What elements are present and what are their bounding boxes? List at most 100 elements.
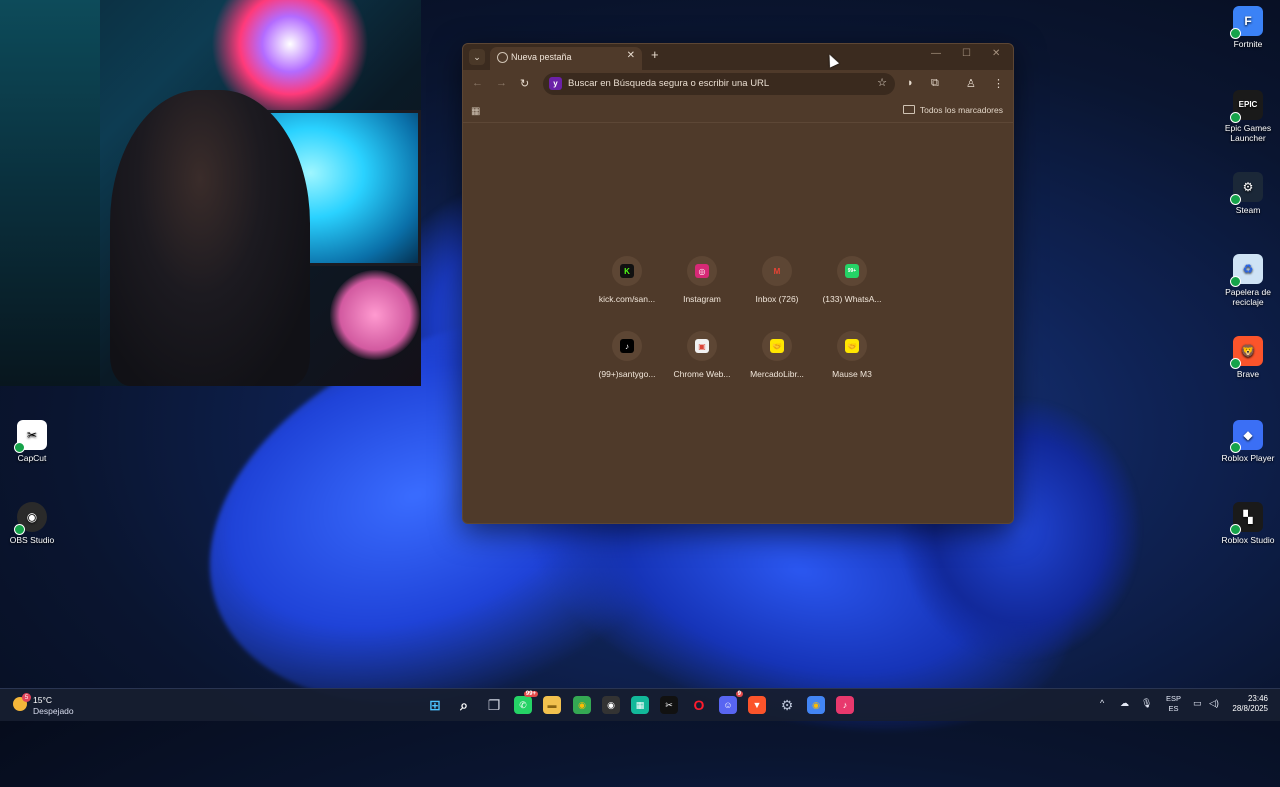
close-tab-icon[interactable]: ✕ <box>627 50 635 61</box>
shortcut-tile[interactable]: ♪ (99+)santygo... <box>591 331 663 379</box>
language-code: ESP <box>1166 694 1182 703</box>
all-bookmarks-label: Todos los marcadores <box>919 105 1003 115</box>
apps-grid-icon[interactable]: ▦ <box>471 106 480 117</box>
clock[interactable]: 23:46 28/8/2025 <box>1226 694 1268 714</box>
task-view-icon[interactable]: ❐ <box>485 696 503 714</box>
weather-badge: 5 <box>22 693 31 702</box>
desktop-icon-label: Steam <box>1235 205 1261 215</box>
shortcut-tile[interactable]: 99+ (133) WhatsA... <box>816 256 888 304</box>
keyboard-layout: ES <box>1168 704 1179 713</box>
chrome-taskbar-icon[interactable]: ◉ <box>573 696 591 714</box>
clock-time: 23:46 <box>1247 694 1268 703</box>
shortcut-label: MercadoLibr... <box>750 369 804 379</box>
shortcut-label: (99+)santygo... <box>598 369 656 379</box>
all-bookmarks-button[interactable]: Todos los marcadores <box>902 105 1003 115</box>
onedrive-cloud-icon[interactable]: ☁ <box>1120 698 1129 709</box>
whatsapp-icon: 99+ <box>845 264 859 278</box>
reload-button[interactable]: ↻ <box>520 77 529 90</box>
desktop-icon-label: Epic Games Launcher <box>1224 123 1272 143</box>
shortcut-icon-circle: M <box>762 256 792 286</box>
chrome-canary-taskbar-icon[interactable]: ◉ <box>807 696 825 714</box>
browser-window[interactable]: ⌄ Nueva pestaña ✕ + — ☐ ✕ ← → ↻ y Buscar… <box>462 43 1014 524</box>
roblox-player-icon: ◆ <box>1230 420 1263 453</box>
volume-icon[interactable]: ◁) <box>1209 698 1219 709</box>
opera-taskbar-icon[interactable]: O <box>690 696 708 714</box>
search-icon[interactable]: ⌕ <box>455 696 473 714</box>
roblox-studio-icon: ▚ <box>1230 502 1263 535</box>
clock-date: 28/8/2025 <box>1232 704 1268 713</box>
sync-ok-icon <box>1230 276 1241 287</box>
weather-desc: Despejado <box>33 706 74 716</box>
shortcut-icon-circle: ♪ <box>612 331 642 361</box>
desktop-icon-fortnite[interactable]: F Fortnite <box>1212 6 1280 49</box>
desktop-icon-epic-games[interactable]: EPIC Epic Games Launcher <box>1212 90 1280 143</box>
new-tab-button[interactable]: + <box>651 47 659 62</box>
desktop-icon-roblox-studio[interactable]: ▚ Roblox Studio <box>1212 502 1280 545</box>
desktop-icon-label: Brave <box>1236 369 1260 379</box>
recycle-bin-icon: ♻ <box>1230 254 1263 287</box>
webcam-overlay <box>0 0 421 386</box>
forward-button[interactable]: → <box>496 77 507 89</box>
tiktok-taskbar-icon[interactable]: ♪ <box>836 696 854 714</box>
profile-icon[interactable]: ♙ <box>966 77 976 90</box>
mercadolibre-icon: 🤝 <box>770 339 784 353</box>
desktop-icon-label: Papelera de reciclaje <box>1225 287 1271 307</box>
desktop-icon-recycle-bin[interactable]: ♻ Papelera de reciclaje <box>1212 254 1280 307</box>
whatsapp-taskbar-icon[interactable]: ✆ 99+ <box>514 691 538 714</box>
notification-badge: 9 <box>735 691 743 697</box>
shortcut-tile[interactable]: ▣ Chrome Web... <box>666 331 738 379</box>
capcut-taskbar-icon[interactable]: ✂ <box>660 696 678 714</box>
capcut-icon: ✂ <box>14 420 47 453</box>
network-icon[interactable]: ▭ <box>1193 698 1202 709</box>
microphone-icon[interactable]: 🎙 <box>1141 698 1152 709</box>
folder-icon <box>902 105 915 114</box>
menu-kebab-icon[interactable]: ⋮ <box>993 77 1004 90</box>
desktop-icon-label: Fortnite <box>1233 39 1263 49</box>
sync-ok-icon <box>1230 442 1241 453</box>
shortcut-label: (133) WhatsA... <box>822 294 882 304</box>
maximize-button[interactable]: ☐ <box>962 48 971 59</box>
settings-taskbar-icon[interactable]: ⚙ <box>778 696 796 714</box>
bookmark-star-icon[interactable]: ☆ <box>877 76 887 89</box>
sync-ok-icon <box>1230 524 1241 535</box>
back-button[interactable]: ← <box>472 77 483 89</box>
start-button[interactable]: ⊞ <box>426 696 444 714</box>
desktop-icon-label: Roblox Studio <box>1221 535 1275 545</box>
obs-icon: ◉ <box>14 502 47 535</box>
desktop-icon-steam[interactable]: ⚙ Steam <box>1212 172 1280 215</box>
omnibox[interactable]: y Buscar en Búsqueda segura o escribir u… <box>543 73 895 95</box>
desktop-icon-roblox-player[interactable]: ◆ Roblox Player <box>1212 420 1280 463</box>
tab-new-tab[interactable]: Nueva pestaña ✕ <box>490 47 642 70</box>
tray-chevron-icon[interactable]: ^ <box>1100 698 1104 708</box>
brave-taskbar-icon[interactable]: ▼ <box>748 696 766 714</box>
extensions-puzzle-icon[interactable]: ⧉ <box>931 77 939 90</box>
tab-search-chevron-icon[interactable]: ⌄ <box>469 49 485 65</box>
bookmarks-bar: ▦ Todos los marcadores <box>463 100 1013 123</box>
shortcut-tile[interactable]: Kkick.com/san... <box>591 256 663 304</box>
shortcut-tile[interactable]: 🤝 Mause M3 <box>816 331 888 379</box>
app-taskbar-icon[interactable]: ▦ <box>631 696 649 714</box>
extension-icon[interactable]: ◗ <box>907 77 914 89</box>
minimize-button[interactable]: — <box>931 48 941 59</box>
shortcut-icon-circle: 99+ <box>837 256 867 286</box>
shortcut-icon-circle: ◎ <box>687 256 717 286</box>
desktop-icon-capcut[interactable]: ✂ CapCut <box>0 420 68 463</box>
instagram-icon: ◎ <box>695 264 709 278</box>
notification-badge: 99+ <box>523 691 538 697</box>
desktop-icon-label: CapCut <box>17 453 47 463</box>
discord-taskbar-icon[interactable]: ☺ 9 <box>719 691 743 714</box>
shortcut-label: Inbox (726) <box>755 294 799 304</box>
shortcut-label: Chrome Web... <box>673 369 731 379</box>
shortcut-tile[interactable]: M Inbox (726) <box>741 256 813 304</box>
desktop-icon-brave[interactable]: 🦁 Brave <box>1212 336 1280 379</box>
desktop-icon-obs-studio[interactable]: ◉ OBS Studio <box>0 502 68 545</box>
shortcut-tile[interactable]: 🤝 MercadoLibr... <box>741 331 813 379</box>
close-window-button[interactable]: ✕ <box>992 48 1000 59</box>
language-indicator[interactable]: ESP ES <box>1166 694 1181 714</box>
file-explorer-icon[interactable]: ▬ <box>543 696 561 714</box>
obs-taskbar-icon[interactable]: ◉ <box>602 696 620 714</box>
webcam-plush <box>330 270 420 360</box>
steam-icon: ⚙ <box>1230 172 1263 205</box>
shortcut-tile[interactable]: ◎ Instagram <box>666 256 738 304</box>
sync-ok-icon <box>1230 28 1241 39</box>
